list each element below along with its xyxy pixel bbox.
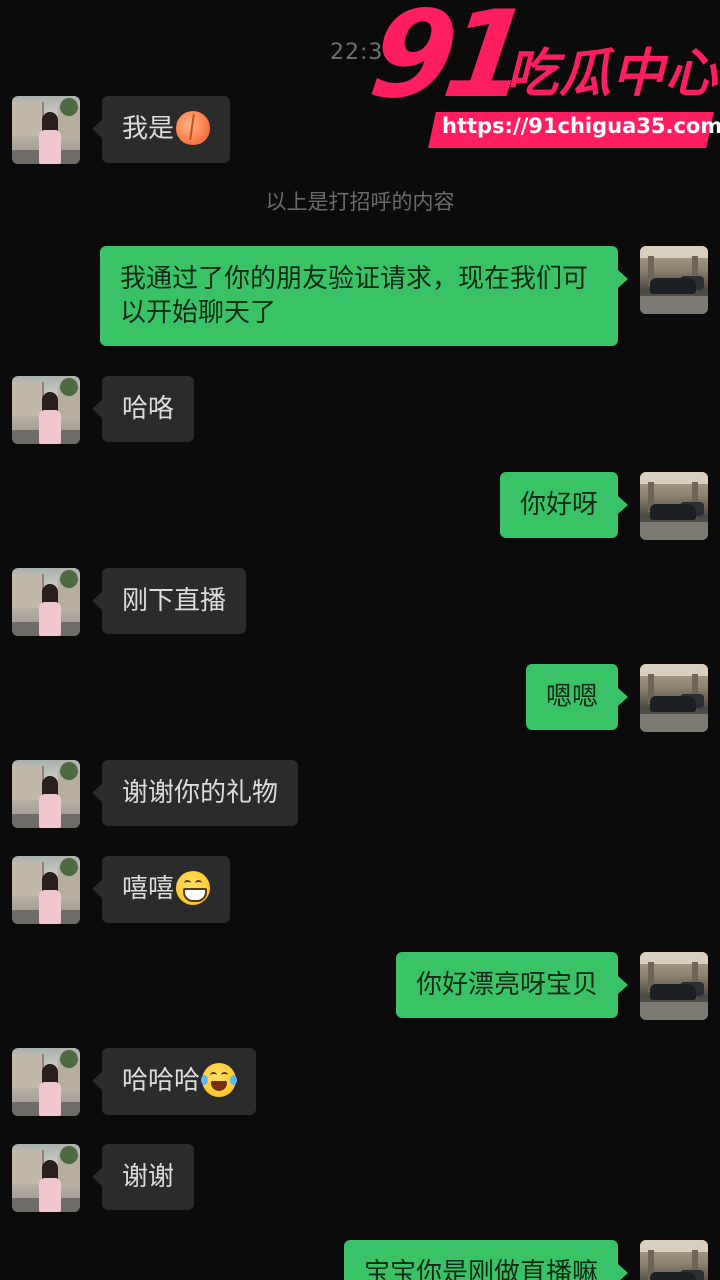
message-text: 你好漂亮呀宝贝 (415, 970, 598, 1000)
message-text: 哈咯 (122, 394, 175, 424)
tears-of-joy-icon (201, 1062, 238, 1097)
message-timestamp: 22:3 (330, 40, 384, 65)
message-text: 我是 (122, 114, 175, 144)
outgoing-message-bubble[interactable]: 你好漂亮呀宝贝 (395, 952, 629, 1018)
my-avatar[interactable] (640, 246, 708, 314)
grin-icon (176, 870, 211, 905)
contact-avatar[interactable] (12, 96, 80, 164)
watermark-url: https://91chigua35.com (442, 114, 720, 138)
message-text: 我通过了你的朋友验证请求，现在我们可以开始聊天了 (120, 264, 589, 328)
system-note: 以上是打招呼的内容 (265, 190, 455, 214)
chat-screen: 22:3 我是 以上是打招呼的内容 我通过了你的朋友验证请求，现在我们可以开始聊… (0, 0, 720, 1280)
incoming-message-bubble[interactable]: 我是 (91, 96, 231, 163)
message-text: 谢谢 (122, 1162, 175, 1192)
my-avatar[interactable] (640, 952, 708, 1020)
incoming-message-bubble[interactable]: 谢谢 (91, 1144, 195, 1210)
my-avatar[interactable] (640, 664, 708, 732)
outgoing-message-bubble[interactable]: 我通过了你的朋友验证请求，现在我们可以开始聊天了 (100, 246, 628, 346)
message-text: 嗯嗯 (545, 682, 598, 712)
message-text: 刚下直播 (122, 586, 227, 616)
message-text: 宝宝你是刚做直播嘛 (363, 1258, 598, 1280)
my-avatar[interactable] (640, 472, 708, 540)
watermark-url-banner (428, 112, 714, 148)
outgoing-message-bubble[interactable]: 嗯嗯 (525, 664, 629, 730)
incoming-message-bubble[interactable]: 嘻嘻 (91, 856, 231, 923)
my-avatar[interactable] (640, 1240, 708, 1280)
contact-avatar[interactable] (12, 568, 80, 636)
contact-avatar[interactable] (12, 1048, 80, 1116)
contact-avatar[interactable] (12, 376, 80, 444)
outgoing-message-bubble[interactable]: 宝宝你是刚做直播嘛 (343, 1240, 629, 1280)
contact-avatar[interactable] (12, 1144, 80, 1212)
message-text: 嘻嘻 (122, 874, 175, 904)
watermark: 91 吃瓜中心 https://91chigua35.com (362, 0, 720, 156)
outgoing-message-bubble[interactable]: 你好呀 (499, 472, 629, 538)
incoming-message-bubble[interactable]: 刚下直播 (91, 568, 247, 634)
message-text: 谢谢你的礼物 (122, 778, 279, 808)
contact-avatar[interactable] (12, 856, 80, 924)
incoming-message-bubble[interactable]: 哈哈哈 (91, 1048, 257, 1115)
watermark-logo-number: 91 (362, 0, 529, 125)
message-text: 你好呀 (519, 490, 598, 520)
incoming-message-bubble[interactable]: 哈咯 (91, 376, 195, 442)
message-text: 哈哈哈 (122, 1066, 201, 1096)
peach-icon (176, 110, 211, 145)
incoming-message-bubble[interactable]: 谢谢你的礼物 (91, 760, 299, 826)
watermark-logo-text: 吃瓜中心 (506, 44, 719, 104)
contact-avatar[interactable] (12, 760, 80, 828)
